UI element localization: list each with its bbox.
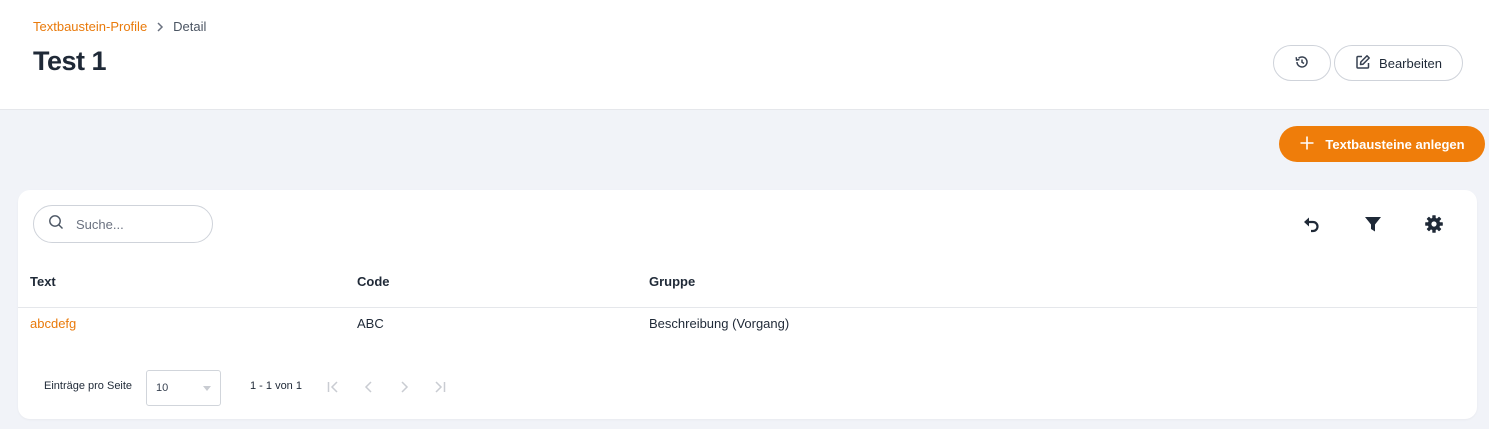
- next-page-icon[interactable]: [394, 377, 414, 397]
- cell-text[interactable]: abcdefg: [30, 316, 76, 331]
- history-button[interactable]: [1273, 45, 1331, 81]
- page-header: Textbaustein-Profile Detail Test 1 Bearb…: [0, 0, 1489, 110]
- page-title: Test 1: [33, 46, 107, 76]
- breadcrumb-parent-link[interactable]: Textbaustein-Profile: [33, 19, 147, 34]
- textbausteine-table-card: Text Code Gruppe abcdefg ABC Beschreibun…: [18, 190, 1477, 419]
- column-header-text[interactable]: Text: [30, 274, 56, 289]
- search-field[interactable]: [33, 205, 213, 243]
- first-page-icon[interactable]: [323, 377, 343, 397]
- rows-per-page-label: Einträge pro Seite: [44, 380, 133, 392]
- gear-icon[interactable]: [1420, 210, 1448, 238]
- table-header-divider: [18, 307, 1477, 308]
- edit-icon: [1355, 54, 1371, 73]
- column-header-gruppe[interactable]: Gruppe: [649, 274, 695, 289]
- column-header-code[interactable]: Code: [357, 274, 390, 289]
- add-textbaustein-label: Textbausteine anlegen: [1325, 136, 1465, 152]
- edit-button-label: Bearbeiten: [1379, 55, 1442, 71]
- rows-per-page-select[interactable]: 10: [146, 370, 221, 406]
- last-page-icon[interactable]: [430, 377, 450, 397]
- plus-icon: [1299, 135, 1315, 154]
- edit-button[interactable]: Bearbeiten: [1334, 45, 1463, 81]
- chevron-down-icon: [203, 386, 211, 391]
- filter-icon[interactable]: [1359, 210, 1387, 238]
- breadcrumb-current: Detail: [173, 19, 207, 34]
- breadcrumb: Textbaustein-Profile Detail: [33, 19, 206, 34]
- search-input[interactable]: [76, 216, 186, 232]
- pagination-range: 1 - 1 von 1: [250, 380, 302, 392]
- add-textbaustein-button[interactable]: Textbausteine anlegen: [1279, 126, 1485, 162]
- previous-page-icon[interactable]: [359, 377, 379, 397]
- chevron-right-icon: [156, 21, 164, 32]
- cell-code: ABC: [357, 316, 384, 331]
- undo-icon[interactable]: [1297, 210, 1325, 238]
- search-icon: [48, 214, 64, 235]
- history-icon: [1294, 54, 1310, 73]
- cell-gruppe: Beschreibung (Vorgang): [649, 316, 790, 331]
- rows-per-page-value: 10: [156, 382, 169, 394]
